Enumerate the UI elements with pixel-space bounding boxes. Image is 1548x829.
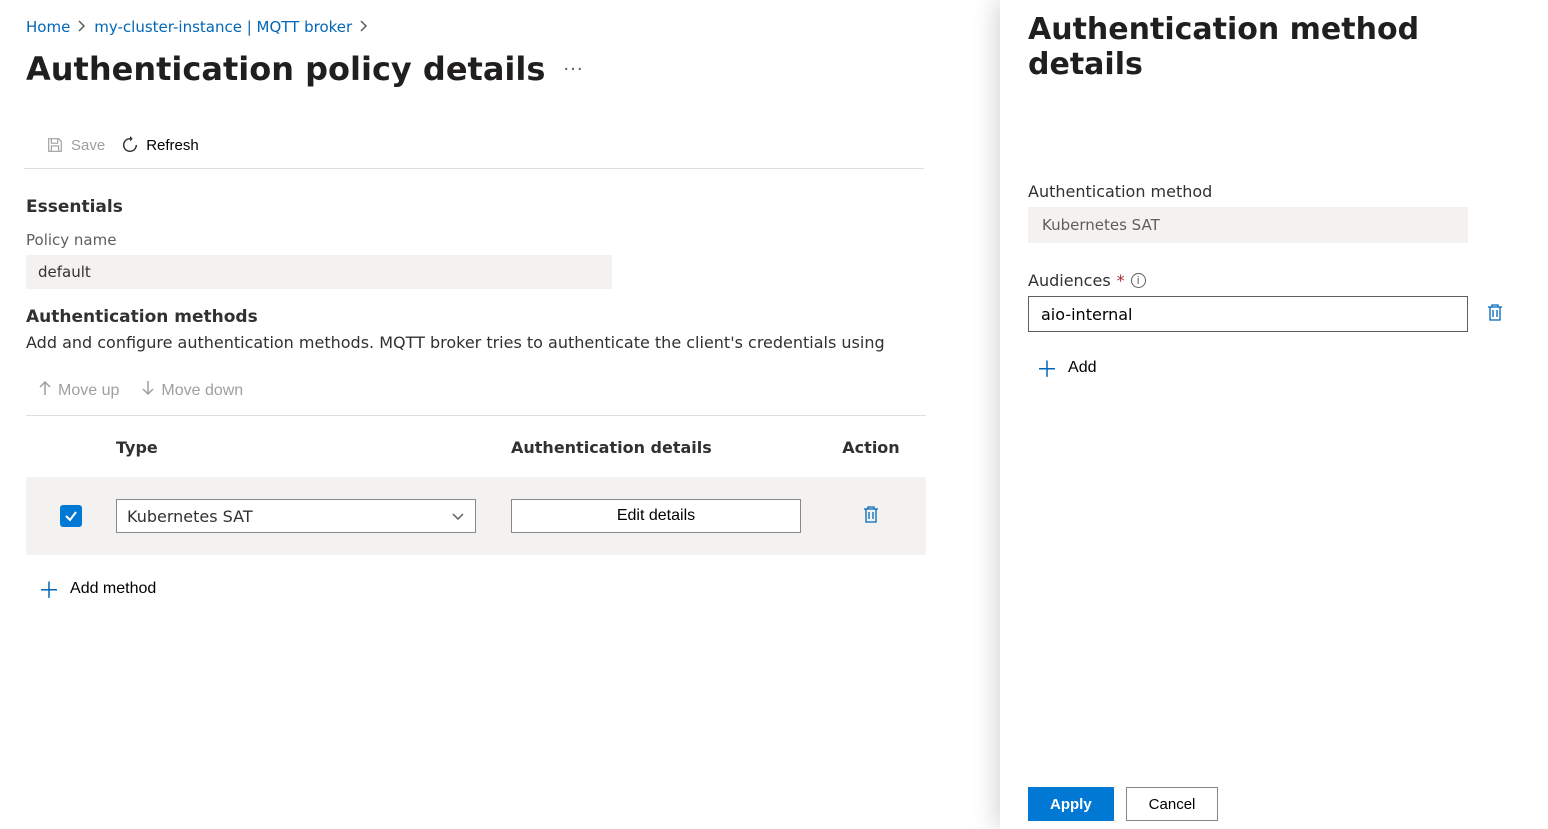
move-down-button[interactable]: Move down bbox=[141, 380, 243, 401]
refresh-icon bbox=[121, 136, 139, 154]
move-down-label: Move down bbox=[161, 382, 243, 400]
audience-input[interactable] bbox=[1028, 296, 1468, 332]
move-up-label: Move up bbox=[58, 382, 119, 400]
breadcrumb: Home my-cluster-instance | MQTT broker bbox=[26, 18, 940, 36]
auth-methods-title: Authentication methods bbox=[26, 307, 940, 327]
add-method-button[interactable]: ＋ Add method bbox=[26, 573, 156, 605]
save-label: Save bbox=[71, 137, 105, 154]
add-audience-label: Add bbox=[1068, 359, 1096, 377]
plus-icon: ＋ bbox=[1036, 352, 1058, 384]
audiences-label: Audiences bbox=[1028, 271, 1111, 290]
chevron-right-icon bbox=[78, 20, 86, 35]
panel-title: Authentication method details bbox=[1028, 12, 1520, 82]
required-asterisk: * bbox=[1117, 271, 1125, 290]
chevron-right-icon bbox=[360, 20, 368, 35]
delete-audience-button[interactable] bbox=[1486, 302, 1504, 326]
auth-method-field: Kubernetes SAT bbox=[1028, 207, 1468, 243]
edit-details-button[interactable]: Edit details bbox=[511, 499, 801, 533]
policy-name-label: Policy name bbox=[26, 231, 940, 249]
add-method-label: Add method bbox=[70, 580, 156, 598]
col-header-auth: Authentication details bbox=[511, 438, 831, 457]
arrow-up-icon bbox=[38, 380, 52, 401]
type-select[interactable]: Kubernetes SAT bbox=[116, 499, 476, 533]
refresh-button[interactable]: Refresh bbox=[121, 136, 199, 154]
save-icon bbox=[46, 136, 64, 154]
table-row: Kubernetes SAT Edit details bbox=[26, 477, 926, 555]
table-header: Type Authentication details Action bbox=[26, 416, 926, 477]
more-icon[interactable]: ··· bbox=[563, 59, 583, 80]
essentials-title: Essentials bbox=[26, 197, 940, 217]
details-panel: Authentication method details Authentica… bbox=[1000, 0, 1548, 829]
refresh-label: Refresh bbox=[146, 137, 199, 154]
breadcrumb-home[interactable]: Home bbox=[26, 18, 70, 36]
move-up-button[interactable]: Move up bbox=[38, 380, 119, 401]
row-checkbox[interactable] bbox=[60, 505, 82, 527]
type-value: Kubernetes SAT bbox=[127, 507, 253, 526]
policy-name-field: default bbox=[26, 255, 612, 289]
apply-button[interactable]: Apply bbox=[1028, 787, 1114, 821]
info-icon[interactable]: i bbox=[1131, 273, 1146, 288]
add-audience-button[interactable]: ＋ Add bbox=[1028, 352, 1096, 384]
plus-icon: ＋ bbox=[38, 573, 60, 605]
delete-row-button[interactable] bbox=[862, 504, 880, 528]
save-button[interactable]: Save bbox=[46, 136, 105, 154]
chevron-down-icon bbox=[451, 507, 465, 526]
col-header-type: Type bbox=[116, 438, 511, 457]
page-title: Authentication policy details bbox=[26, 50, 545, 88]
col-header-action: Action bbox=[831, 438, 911, 457]
auth-methods-helper: Add and configure authentication methods… bbox=[26, 333, 940, 352]
auth-method-label: Authentication method bbox=[1028, 182, 1520, 201]
arrow-down-icon bbox=[141, 380, 155, 401]
cancel-button[interactable]: Cancel bbox=[1126, 787, 1219, 821]
breadcrumb-cluster[interactable]: my-cluster-instance | MQTT broker bbox=[94, 18, 352, 36]
